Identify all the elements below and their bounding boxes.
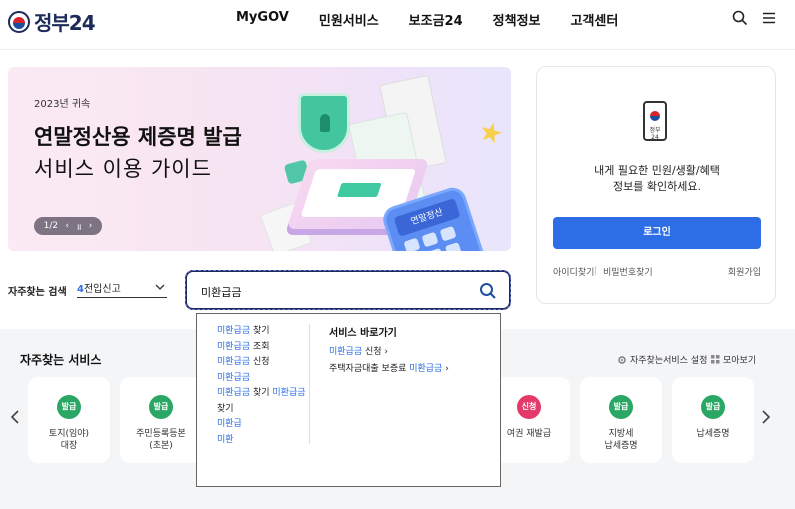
dropdown-divider	[309, 324, 310, 444]
login-message-line1: 내게 필요한 민원/생활/혜택	[594, 164, 720, 177]
favorite-services-title: 자주찾는 서비스	[20, 353, 102, 367]
gov24-logo[interactable]: 정부24	[8, 7, 96, 36]
shield-lock-illustration	[298, 93, 350, 153]
grid-icon	[711, 355, 720, 364]
service-label: 지방세 납세증명	[604, 429, 638, 451]
pager-count: 1/2	[43, 221, 59, 231]
badge-issue: 발급	[701, 395, 725, 419]
banner-subtitle: 2023년 귀속	[34, 99, 91, 110]
taegeuk-logo-icon	[8, 10, 30, 33]
nav-policy-info[interactable]: 정책정보	[493, 10, 541, 29]
service-label: 납세증명	[696, 429, 730, 439]
link-divider	[595, 266, 596, 275]
view-all-label: 모아보기	[723, 356, 757, 366]
favorite-settings-label: 자주찾는서비스 설정	[630, 356, 708, 366]
logo-text: 정부24	[34, 11, 96, 35]
mobile-phone-icon: 정부24	[643, 101, 667, 141]
login-message-line2: 정보를 확인하세요.	[613, 180, 701, 193]
service-card-land-register[interactable]: 발급 토지(임야) 대장	[28, 377, 110, 463]
find-password-link[interactable]: 비밀번호찾기	[603, 265, 653, 278]
frequent-search-label: 자주찾는 검색	[8, 287, 67, 298]
signup-link[interactable]: 회원가입	[728, 265, 761, 278]
banner-title-line2: 서비스 이용 가이드	[34, 157, 212, 181]
frequent-search-select[interactable]: 4전입신고	[77, 280, 167, 298]
view-all-link[interactable]: 모아보기	[711, 353, 756, 366]
hamburger-menu-icon[interactable]	[761, 10, 777, 26]
suggestion-item[interactable]: 미환급금 신청	[217, 355, 309, 371]
select-rank: 4	[77, 284, 84, 295]
search-input-value: 미환급금	[201, 286, 242, 299]
nav-mygov[interactable]: MyGOV	[236, 10, 289, 29]
chevron-right-icon[interactable]	[761, 409, 771, 425]
phone-label: 정부24	[649, 127, 661, 141]
favorite-settings-link[interactable]: 자주찾는서비스 설정	[617, 353, 707, 366]
pause-icon[interactable]: ॥	[76, 220, 81, 233]
next-slide-icon[interactable]: ›	[89, 221, 93, 231]
gear-icon	[618, 355, 626, 364]
suggestion-list: 미환급금 찾기 미환급금 조회 미환급금 신청 미환급금 미환급금 찾기 미환급…	[217, 324, 309, 448]
service-shortcut-link[interactable]: 미환급금 신청 ›	[329, 344, 388, 357]
service-shortcut-link[interactable]: 주택자금대출 보증료 미환급금 ›	[329, 361, 449, 374]
service-card-local-tax[interactable]: 발급 지방세 납세증명	[580, 377, 662, 463]
service-card-tax-certificate[interactable]: 발급 납세증명	[672, 377, 754, 463]
search-icon[interactable]	[732, 10, 748, 26]
suggestion-item[interactable]: 미환급	[217, 417, 309, 433]
service-card-resident-register[interactable]: 발급 주민등록등본 (초본)	[120, 377, 202, 463]
find-id-link[interactable]: 아이디찾기	[553, 265, 594, 278]
main-nav: MyGOV 민원서비스 보조금24 정책정보 고객센터	[236, 10, 648, 29]
banner-pager: 1/2 ‹ ॥ ›	[34, 217, 102, 235]
star-illustration	[478, 120, 505, 147]
service-label: 주민등록등본 (초본)	[136, 429, 186, 451]
suggestion-item[interactable]: 미환급금 찾기	[217, 324, 309, 340]
badge-apply: 신청	[517, 395, 541, 419]
badge-issue: 발급	[609, 395, 633, 419]
service-label: 토지(임야) 대장	[48, 429, 90, 451]
banner-title: 연말정산용 제증명 발급	[34, 125, 242, 149]
login-message: 내게 필요한 민원/생활/혜택 정보를 확인하세요.	[537, 163, 777, 195]
badge-issue: 발급	[149, 395, 173, 419]
search-input[interactable]: 미환급금	[185, 270, 511, 310]
nav-customer-center[interactable]: 고객센터	[571, 10, 619, 29]
suggestion-item[interactable]: 미환급금	[217, 371, 309, 387]
suggestion-item[interactable]: 미환	[217, 433, 309, 449]
select-value: 전입신고	[83, 284, 121, 295]
login-card: 정부24 내게 필요한 민원/생활/혜택 정보를 확인하세요. 로그인 아이디찾…	[536, 66, 776, 304]
chevron-left-icon[interactable]	[10, 409, 20, 425]
login-button[interactable]: 로그인	[553, 217, 761, 249]
suggestion-item[interactable]: 미환급금 찾기 미환급금 찾기	[217, 386, 309, 417]
badge-issue: 발급	[57, 395, 81, 419]
prev-slide-icon[interactable]: ‹	[65, 221, 69, 231]
service-shortcut-heading: 서비스 바로가기	[329, 328, 397, 339]
top-header: 정부24 MyGOV 민원서비스 보조금24 정책정보 고객센터	[0, 0, 795, 50]
search-icon[interactable]	[479, 282, 497, 300]
main-banner[interactable]: 2023년 귀속 연말정산용 제증명 발급 서비스 이용 가이드 1/2 ‹ ॥…	[8, 67, 511, 251]
chevron-down-icon	[155, 284, 165, 290]
nav-civil-service[interactable]: 민원서비스	[319, 10, 379, 29]
nav-subsidy24[interactable]: 보조금24	[409, 10, 463, 29]
suggestion-item[interactable]: 미환급금 조회	[217, 340, 309, 356]
search-autocomplete-dropdown: 미환급금 찾기 미환급금 조회 미환급금 신청 미환급금 미환급금 찾기 미환급…	[196, 313, 501, 487]
